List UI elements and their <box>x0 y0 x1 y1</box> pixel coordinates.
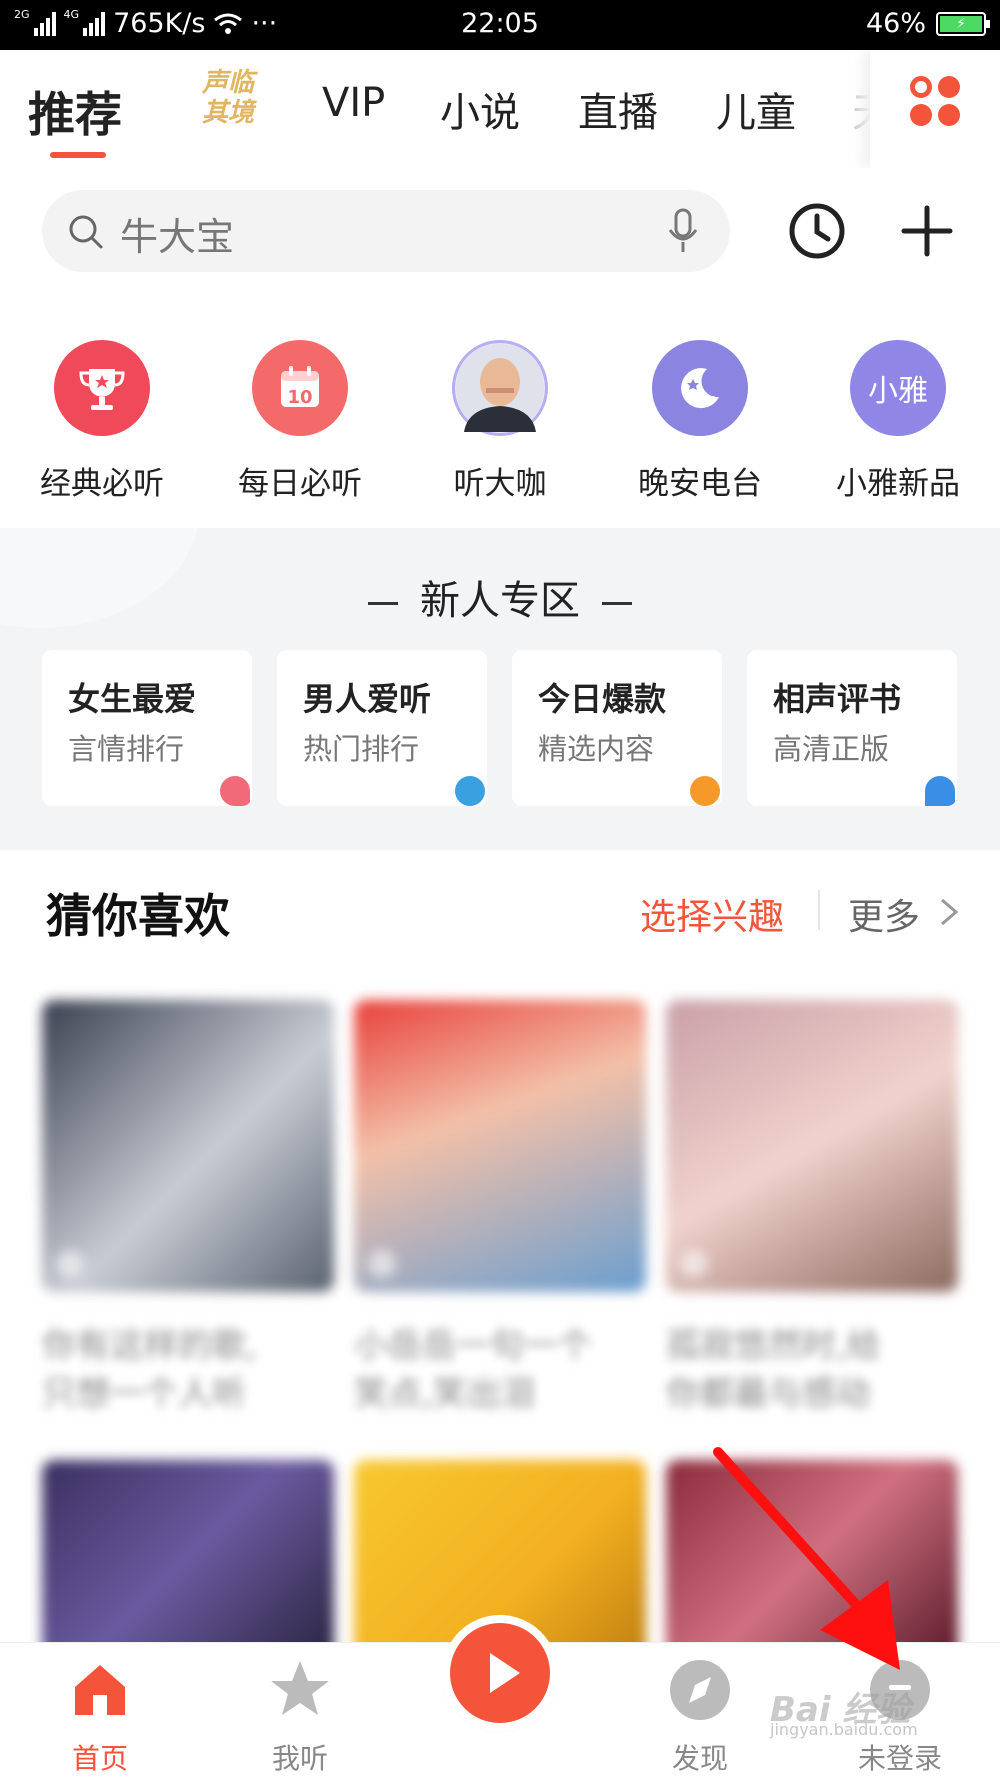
entry-xiaoya[interactable]: 小雅 小雅新品 <box>808 340 988 503</box>
more-link[interactable]: 更多 <box>848 888 920 940</box>
nav-discover[interactable]: 发现 <box>630 1657 770 1777</box>
nav-home[interactable]: 首页 <box>30 1657 170 1777</box>
card-title: 今日爆款 <box>538 680 667 718</box>
entry-label: 晚安电台 <box>638 466 762 502</box>
album-thumb[interactable] <box>354 1000 646 1292</box>
album-thumb[interactable] <box>42 1000 334 1292</box>
entry-label: 小雅新品 <box>836 466 960 502</box>
zone-card-female[interactable]: 女生最爱 言情排行 <box>42 650 252 806</box>
search-bar[interactable]: 牛大宝 <box>42 190 730 272</box>
xiaoya-badge: 小雅 <box>868 374 928 409</box>
zone-card-hot[interactable]: 今日爆款 精选内容 <box>512 650 722 806</box>
chevron-right-icon[interactable] <box>938 896 960 928</box>
grid-dot-icon <box>910 104 932 126</box>
play-icon <box>368 1250 396 1278</box>
grid-dot-icon <box>910 76 932 98</box>
album-caption[interactable]: 小岳岳一句一个 笑点,笑出泪 <box>354 1322 646 1418</box>
battery-percent: 46% <box>865 8 926 39</box>
album-thumb[interactable] <box>666 1460 958 1660</box>
tab-vip[interactable]: VIP <box>322 80 385 126</box>
xiaoya-icon: 小雅 <box>850 340 946 436</box>
history-clock-icon[interactable] <box>788 202 846 260</box>
promo-line-1: 声临 <box>201 68 254 98</box>
play-icon <box>56 1250 84 1278</box>
tab-children[interactable]: 儿童 <box>716 80 796 138</box>
entry-label: 听大咖 <box>453 466 547 502</box>
calendar-icon: 10 <box>252 340 348 436</box>
album-caption[interactable]: 你有这样的歌, 只想一个人听 <box>42 1322 334 1418</box>
active-tab-indicator <box>50 152 106 158</box>
moon-icon <box>652 340 748 436</box>
search-placeholder: 牛大宝 <box>120 215 235 259</box>
category-tabs: 推荐 声临 其境 VIP 小说 直播 儿童 天 <box>0 50 1000 168</box>
tab-novel[interactable]: 小说 <box>440 80 520 138</box>
nav-label: 我听 <box>271 1742 328 1775</box>
nav-label: 首页 <box>71 1742 128 1775</box>
status-right: 46% ⚡ <box>865 8 990 39</box>
new-user-zone: 新人专区 女生最爱 言情排行 男人爱听 热门排行 今日爆款 精选内容 相声评书 … <box>0 528 1000 850</box>
entry-classic[interactable]: 经典必听 <box>12 340 192 503</box>
tab-promo[interactable]: 声临 其境 <box>180 68 276 138</box>
promo-line-2: 其境 <box>201 98 254 128</box>
entry-daily[interactable]: 10 每日必听 <box>210 340 390 503</box>
status-bar: 2G 4G 765K/s ··· 22:05 46% ⚡ <box>0 0 1000 50</box>
divider <box>818 890 820 930</box>
basketball-icon <box>455 776 485 806</box>
grid-dot-icon <box>938 76 960 98</box>
add-icon[interactable] <box>900 204 954 258</box>
tabs-fade <box>800 50 870 168</box>
album-thumb[interactable] <box>42 1460 334 1660</box>
fire-icon <box>690 776 720 806</box>
entry-celebrity[interactable]: 听大咖 <box>410 340 590 503</box>
battery-icon: ⚡ <box>936 11 990 36</box>
card-title: 相声评书 <box>773 680 902 718</box>
watermark-url: jingyan.baidu.com <box>770 1720 918 1739</box>
player-button[interactable] <box>450 1623 550 1723</box>
nav-my-listen[interactable]: 我听 <box>230 1657 370 1777</box>
microphone-icon[interactable] <box>666 208 700 254</box>
star-icon <box>271 1661 329 1715</box>
zone-card-crosstalk[interactable]: 相声评书 高清正版 <box>747 650 957 806</box>
fan-icon <box>925 776 955 806</box>
nav-label: 未登录 <box>857 1742 942 1775</box>
card-title: 女生最爱 <box>68 680 197 718</box>
trophy-icon <box>54 340 150 436</box>
card-subtitle: 热门排行 <box>303 732 420 766</box>
grid-dot-icon <box>938 104 960 126</box>
card-subtitle: 高清正版 <box>773 732 890 766</box>
zone-card-male[interactable]: 男人爱听 热门排行 <box>277 650 487 806</box>
category-grid-button[interactable] <box>870 50 1000 168</box>
card-subtitle: 精选内容 <box>538 732 655 766</box>
compass-icon <box>670 1660 730 1720</box>
play-icon <box>490 1653 520 1693</box>
album-thumb[interactable] <box>666 1000 958 1292</box>
entry-label: 每日必听 <box>238 466 362 502</box>
home-icon <box>75 1665 125 1715</box>
album-caption[interactable]: 孤寂悠然时,给 你都最与感动 <box>666 1322 958 1418</box>
choose-interest-link[interactable]: 选择兴趣 <box>640 888 784 940</box>
card-title: 男人爱听 <box>303 680 432 718</box>
zone-title: 新人专区 <box>0 568 1000 626</box>
card-subtitle: 言情排行 <box>68 732 185 766</box>
play-icon <box>680 1250 708 1278</box>
lipstick-icon <box>220 776 250 806</box>
entry-label: 经典必听 <box>40 466 164 502</box>
tab-recommend[interactable]: 推荐 <box>28 76 122 145</box>
calendar-number: 10 <box>287 387 312 408</box>
nav-label: 发现 <box>671 1742 728 1775</box>
section-title-guess-you-like: 猜你喜欢 <box>46 889 230 943</box>
tab-live[interactable]: 直播 <box>578 80 658 138</box>
clock: 22:05 <box>461 8 539 39</box>
search-icon <box>69 215 103 249</box>
entry-goodnight[interactable]: 晚安电台 <box>610 340 790 503</box>
celebrity-avatar <box>452 340 548 436</box>
